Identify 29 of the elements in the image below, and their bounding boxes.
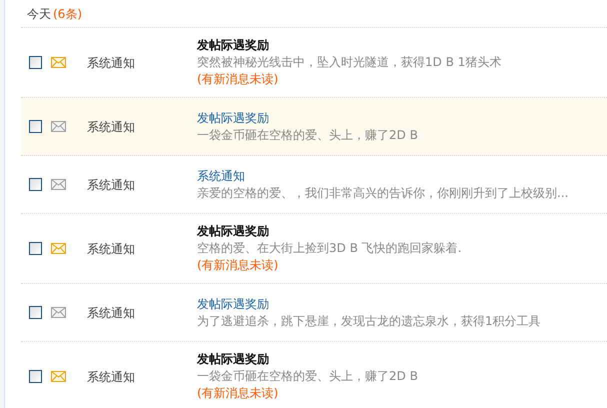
message-title[interactable]: 发帖际遇奖励 — [197, 296, 541, 312]
checkbox[interactable] — [29, 56, 42, 69]
unread-notice: (有新消息未读) — [197, 257, 280, 274]
message-preview: 亲爱的空格的爱、，我们非常高兴的告诉你，你刚刚升到了上校级别... — [197, 184, 568, 202]
message-title[interactable]: 发帖际遇奖励 — [197, 351, 418, 368]
checkbox[interactable] — [29, 120, 42, 133]
group-count: (6条) — [53, 6, 82, 22]
message-preview: 突然被神秘光线击中，坠入时光隧道，获得1D B 1猪头术 — [197, 54, 502, 71]
unread-notice: (有新消息未读) — [197, 385, 280, 402]
checkbox[interactable] — [29, 306, 42, 319]
unread-notice: (有新消息未读) — [197, 71, 280, 88]
sender: 系统通知 — [87, 240, 136, 258]
message-preview: 为了逃避追杀，跳下悬崖，发现古龙的遗忘泉水，获得1积分工具 — [197, 312, 541, 330]
sender: 系统通知 — [87, 368, 136, 386]
message-title[interactable]: 系统通知 — [197, 168, 568, 184]
message-preview: 一袋金币砸在空格的爱、头上，赚了2D B — [197, 126, 418, 144]
checkbox[interactable] — [29, 370, 42, 383]
sender: 系统通知 — [87, 54, 136, 72]
message-title[interactable]: 发帖际遇奖励 — [197, 223, 462, 240]
message-row[interactable]: 系统通知 发帖际遇奖励 一袋金币砸在空格的爱、头上，赚了2D B — [21, 98, 607, 156]
message-preview: 空格的爱、在大街上捡到3D B 飞快的跑回家躲着. — [197, 240, 462, 257]
sender: 系统通知 — [87, 118, 136, 136]
message-preview: 一袋金币砸在空格的爱、头上，赚了2D B — [197, 368, 418, 385]
message-title[interactable]: 发帖际遇奖励 — [197, 37, 502, 54]
checkbox[interactable] — [29, 178, 42, 191]
sender: 系统通知 — [87, 304, 136, 322]
sender: 系统通知 — [87, 176, 136, 194]
message-title[interactable]: 发帖际遇奖励 — [197, 110, 418, 126]
checkbox[interactable] — [29, 242, 42, 255]
